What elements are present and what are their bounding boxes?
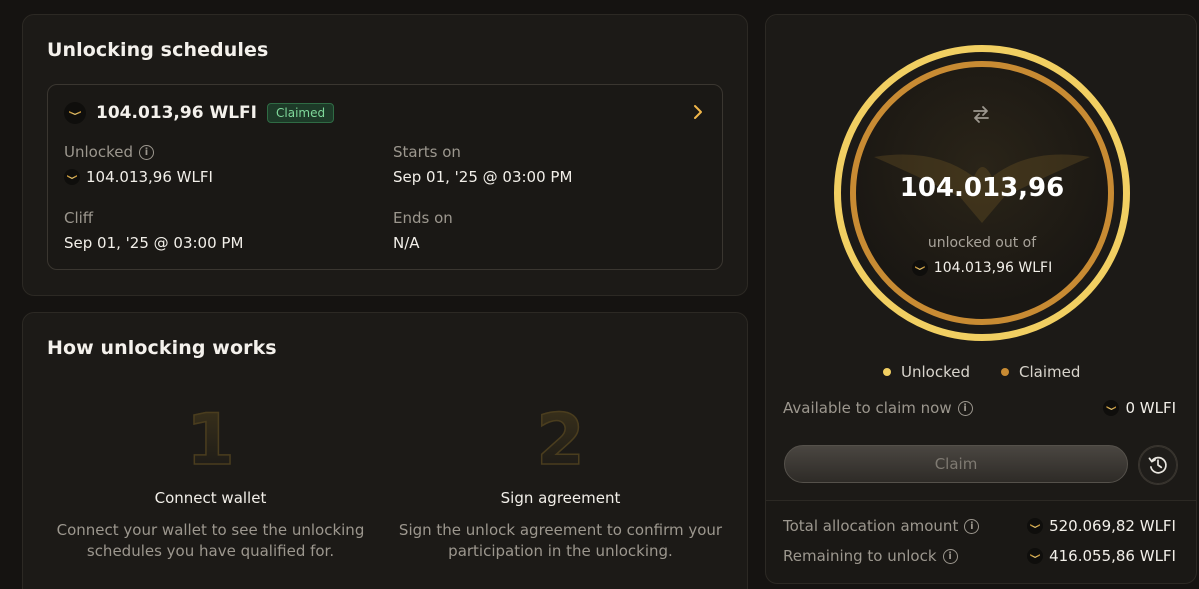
- unlocked-label-row: Unlocked i: [64, 143, 154, 161]
- step-sign-agreement: 2 Sign agreement Sign the unlock agreeme…: [393, 404, 728, 562]
- step-desc-line: Connect your wallet to see the unlocking: [56, 521, 365, 539]
- remaining-value: 416.055,86 WLFI: [1049, 547, 1176, 565]
- wlfi-token-icon: [1027, 548, 1044, 564]
- wlfi-token-icon: [1027, 518, 1044, 534]
- total-allocation-row: Total allocation amount i 520.069,82 WLF…: [783, 517, 1176, 535]
- unlocked-out-of-label: unlocked out of: [927, 235, 1037, 251]
- unlocked-value-row: 104.013,96 WLFI: [64, 168, 213, 186]
- unlock-summary-card: 104.013,96 unlocked out of 104.013,96 WL…: [765, 14, 1197, 584]
- total-allocation-label-group: Total allocation amount i: [783, 517, 980, 535]
- total-allocation-value: 520.069,82 WLFI: [1049, 517, 1176, 535]
- info-icon[interactable]: i: [942, 548, 958, 564]
- legend-label: Claimed: [1019, 363, 1081, 381]
- step-connect-wallet: 1 Connect wallet Connect your wallet to …: [43, 404, 378, 562]
- schedule-header: 104.013,96 WLFI Claimed: [64, 102, 335, 124]
- step-number: 1: [43, 404, 378, 476]
- swap-icon[interactable]: [970, 103, 992, 125]
- total-allocation-label: Total allocation amount: [783, 517, 959, 535]
- unlocking-schedules-card: Unlocking schedules 104.013,96 WLFI Clai…: [22, 14, 748, 296]
- wlfi-token-icon: [1103, 400, 1120, 416]
- schedule-item[interactable]: 104.013,96 WLFI Claimed Unlocked i 104.0…: [47, 84, 723, 270]
- schedules-title: Unlocking schedules: [47, 39, 269, 61]
- available-value-group: 0 WLFI: [1103, 399, 1176, 417]
- step-description: Sign the unlock agreement to confirm you…: [393, 520, 728, 562]
- wlfi-token-icon: [911, 260, 928, 276]
- how-title: How unlocking works: [47, 337, 277, 359]
- history-icon[interactable]: [1138, 445, 1178, 485]
- legend-dot: [883, 368, 891, 376]
- ends-value: N/A: [393, 234, 420, 252]
- cliff-value: Sep 01, '25 @ 03:00 PM: [64, 234, 244, 252]
- unlocked-amount: 104.013,96: [899, 173, 1065, 203]
- schedule-amount: 104.013,96 WLFI: [96, 103, 257, 123]
- claimed-badge: Claimed: [267, 103, 335, 123]
- step-title: Connect wallet: [154, 489, 267, 507]
- remaining-value-group: 416.055,86 WLFI: [1027, 547, 1176, 565]
- info-icon[interactable]: i: [138, 144, 154, 160]
- starts-label: Starts on: [393, 143, 461, 161]
- step-title: Sign agreement: [500, 489, 621, 507]
- legend-unlocked: Unlocked: [883, 363, 970, 381]
- total-allocation-value-group: 520.069,82 WLFI: [1027, 517, 1176, 535]
- available-value: 0 WLFI: [1125, 399, 1176, 417]
- unlocked-label: Unlocked: [64, 143, 133, 161]
- cliff-label: Cliff: [64, 209, 94, 227]
- step-number: 2: [393, 404, 728, 476]
- available-label-group: Available to claim now i: [783, 399, 973, 417]
- wlfi-token-icon: [64, 169, 80, 185]
- remaining-label-group: Remaining to unlock i: [783, 547, 958, 565]
- step-desc-line: participation in the unlocking.: [448, 542, 673, 560]
- step-desc-line: Sign the unlock agreement to confirm you…: [398, 521, 723, 539]
- chevron-right-icon[interactable]: [692, 103, 704, 121]
- info-icon[interactable]: i: [964, 518, 980, 534]
- legend-claimed: Claimed: [1001, 363, 1080, 381]
- unlocked-value: 104.013,96 WLFI: [86, 168, 213, 186]
- how-unlocking-works-card: How unlocking works 1 Connect wallet Con…: [22, 312, 748, 589]
- unlock-progress-ring: 104.013,96 unlocked out of 104.013,96 WL…: [834, 45, 1130, 341]
- total-value: 104.013,96 WLFI: [933, 260, 1053, 276]
- remaining-label: Remaining to unlock: [783, 547, 937, 565]
- remaining-row: Remaining to unlock i 416.055,86 WLFI: [783, 547, 1176, 565]
- available-label: Available to claim now: [783, 399, 952, 417]
- wlfi-token-icon: [64, 102, 86, 124]
- legend-dot: [1001, 368, 1009, 376]
- ends-label: Ends on: [393, 209, 453, 227]
- starts-value: Sep 01, '25 @ 03:00 PM: [393, 168, 573, 186]
- legend-label: Unlocked: [901, 363, 970, 381]
- info-icon[interactable]: i: [957, 400, 973, 416]
- summary-top: 104.013,96 unlocked out of 104.013,96 WL…: [766, 15, 1196, 501]
- available-row: Available to claim now i 0 WLFI: [783, 399, 1176, 417]
- step-description: Connect your wallet to see the unlocking…: [43, 520, 378, 562]
- claim-button[interactable]: Claim: [784, 445, 1128, 483]
- total-row: 104.013,96 WLFI: [834, 260, 1130, 276]
- step-desc-line: schedules you have qualified for.: [86, 542, 335, 560]
